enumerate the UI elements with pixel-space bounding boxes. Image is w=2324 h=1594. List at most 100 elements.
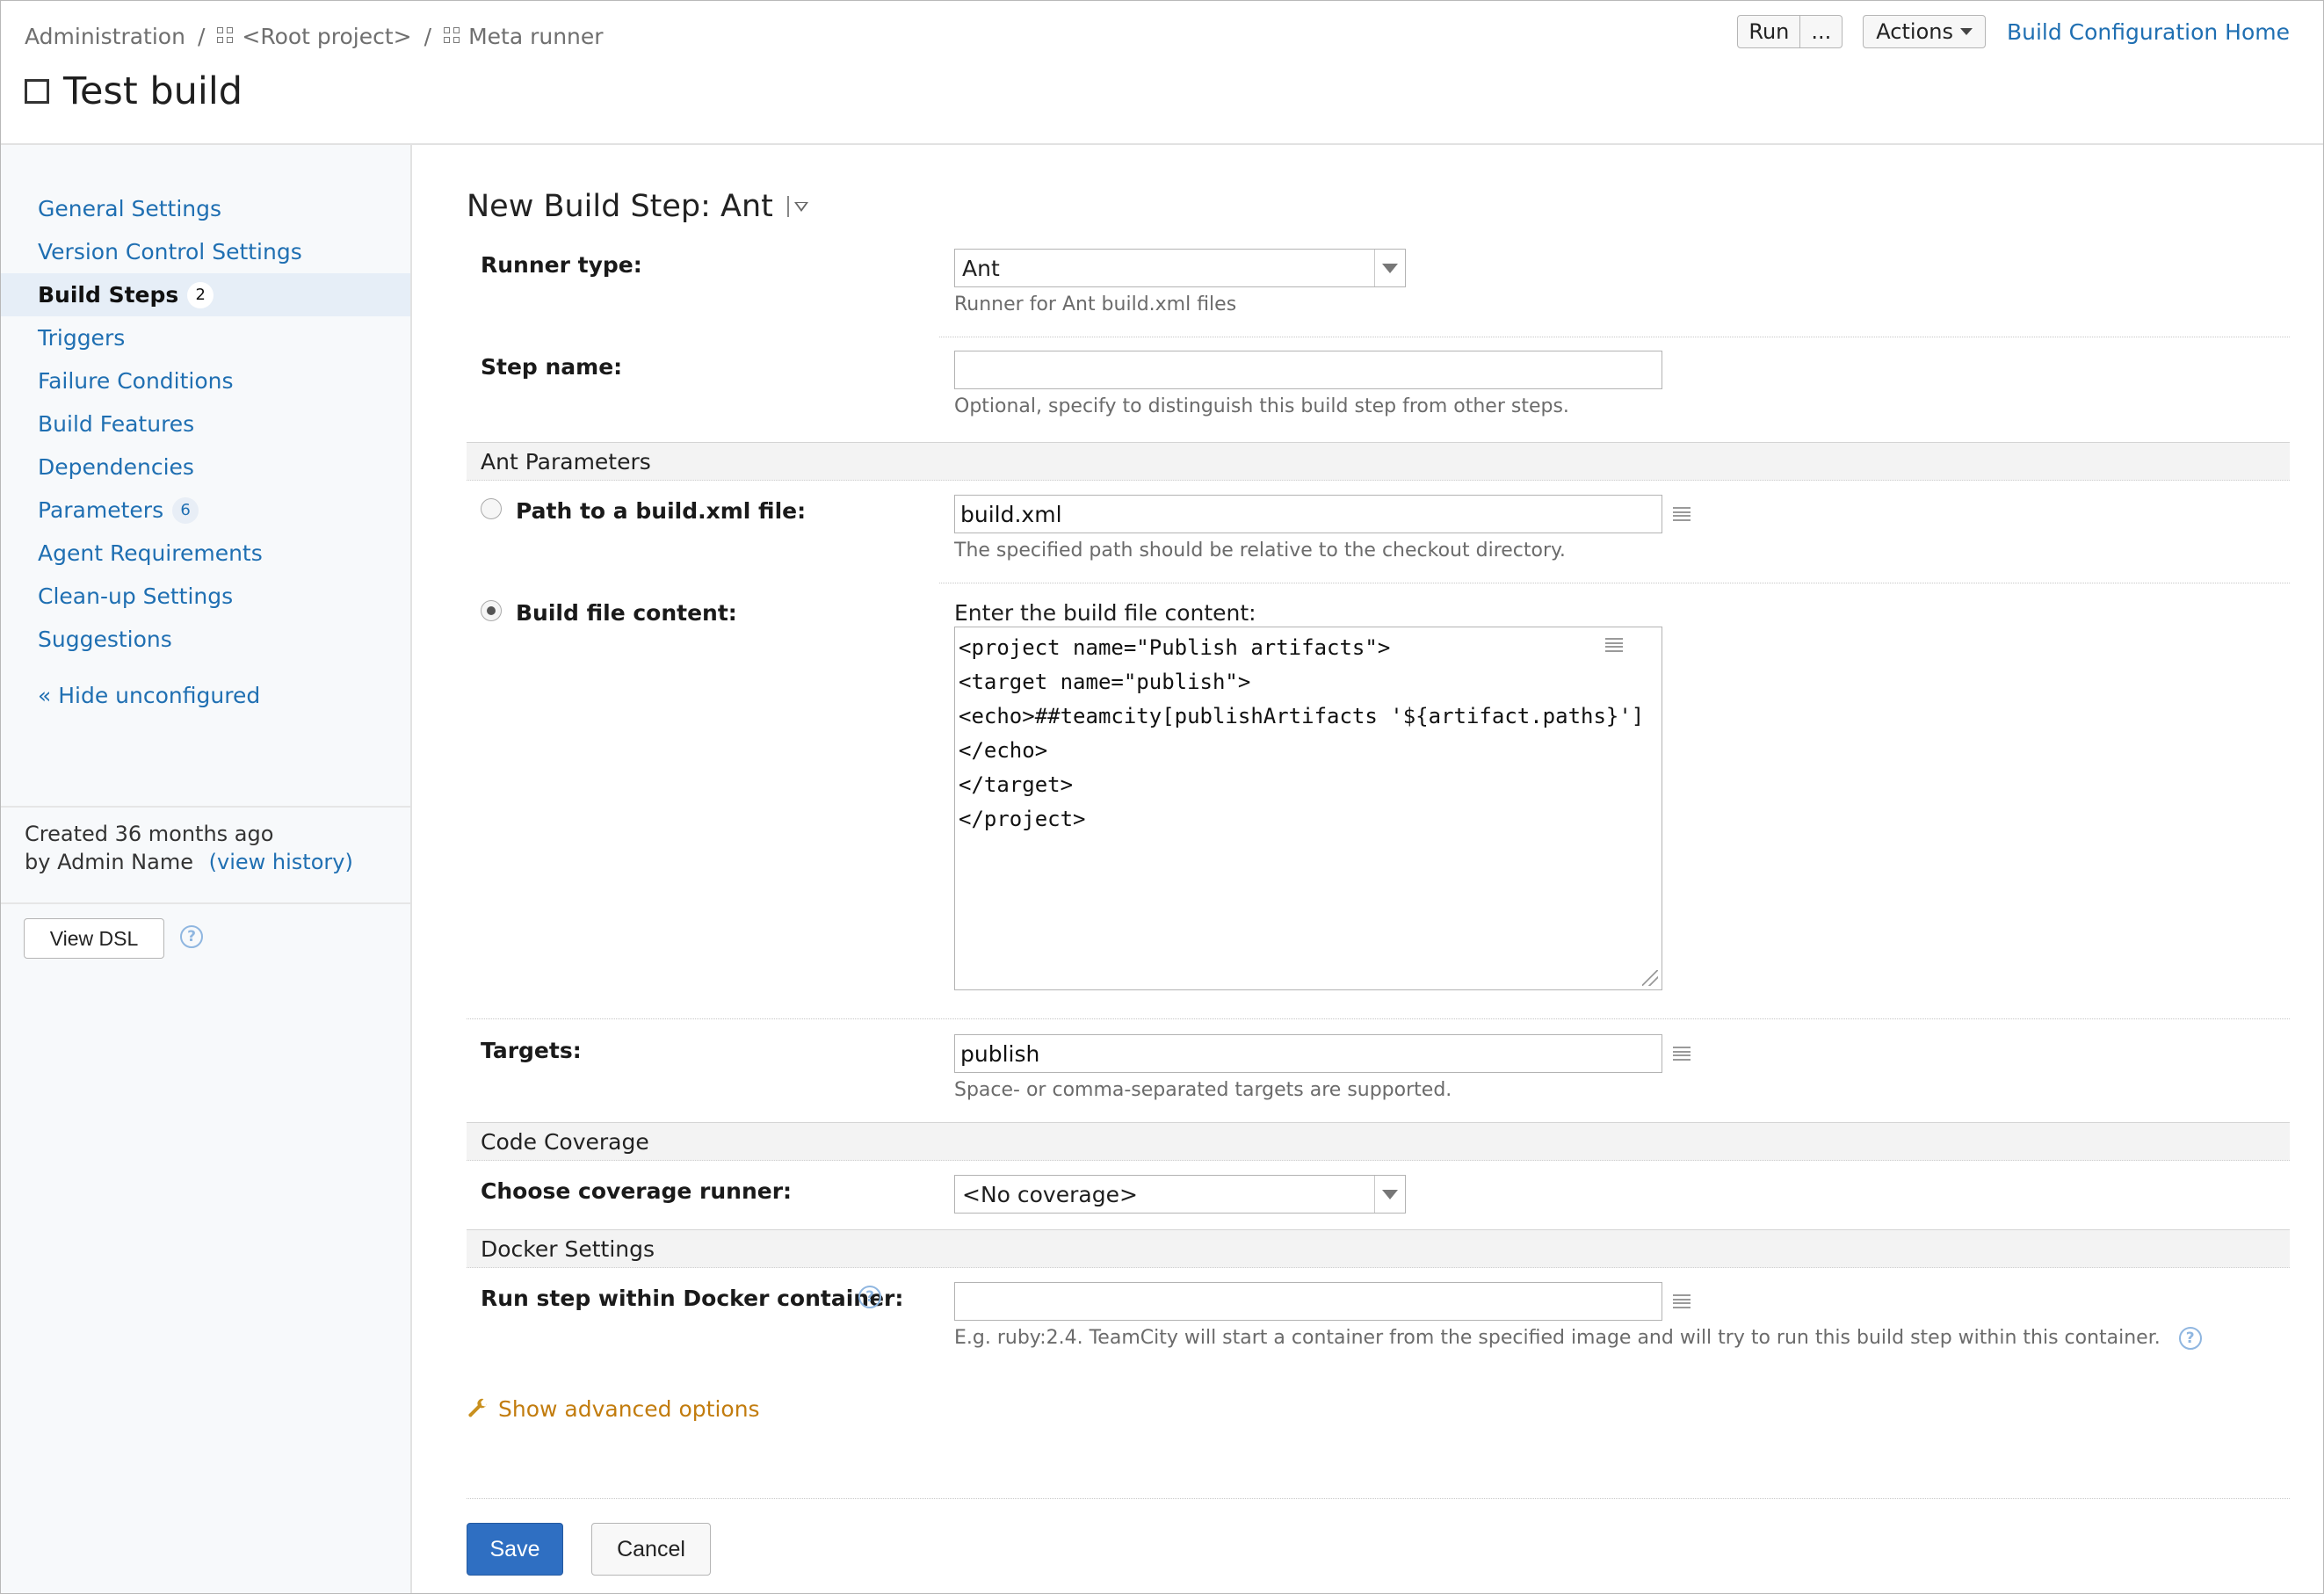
field-menu-icon[interactable] <box>1605 638 1623 652</box>
sidebar-item-triggers[interactable]: Triggers <box>1 316 410 359</box>
code-line: <project name="Publish artifacts"> <box>959 635 1391 660</box>
actions-dropdown-button[interactable]: Actions <box>1863 15 1986 48</box>
checkbox-icon <box>25 79 49 104</box>
grid-icon <box>217 27 235 45</box>
docker-settings-section-header: Docker Settings <box>467 1229 2290 1268</box>
runner-type-select[interactable]: Ant <box>954 249 1406 287</box>
code-coverage-section-header: Code Coverage <box>467 1122 2290 1161</box>
breadcrumb-administration[interactable]: Administration <box>25 24 185 49</box>
sidebar-item-label: Build Steps <box>38 282 179 308</box>
help-icon[interactable]: ? <box>858 1286 881 1308</box>
breadcrumb-separator: / <box>424 23 432 49</box>
count-badge: 2 <box>187 281 214 308</box>
page-title: Test build <box>63 69 243 113</box>
runner-type-row: Runner type: Ant Runner for Ant build.xm… <box>467 249 2290 328</box>
view-history-link[interactable]: view history <box>217 850 344 874</box>
cancel-button[interactable]: Cancel <box>591 1523 711 1576</box>
chevron-down-icon[interactable] <box>786 196 808 217</box>
sidebar-item-dependencies[interactable]: Dependencies <box>1 446 410 489</box>
run-button[interactable]: Run <box>1737 15 1801 48</box>
coverage-runner-label: Choose coverage runner: <box>481 1178 793 1204</box>
breadcrumb-separator: / <box>197 23 206 49</box>
chevron-down-icon <box>1959 28 1973 35</box>
build-file-content-caption: Enter the build file content: <box>954 600 1256 626</box>
build-file-content-row: Build file content: Enter the build file… <box>467 597 2290 1001</box>
help-icon[interactable]: ? <box>180 925 203 948</box>
form-heading: New Build Step: Ant <box>467 189 773 224</box>
header-actions: Run ... Actions Build Configuration Home <box>1737 15 2290 48</box>
build-xml-path-note: The specified path should be relative to… <box>954 540 1566 562</box>
step-name-input[interactable] <box>954 351 1662 389</box>
show-advanced-options-link[interactable]: Show advanced options <box>467 1396 760 1422</box>
runner-type-note: Runner for Ant build.xml files <box>954 293 1237 315</box>
sidebar-item-label: Parameters <box>38 497 164 523</box>
sidebar-item-label: Agent Requirements <box>38 540 263 566</box>
view-dsl-button[interactable]: View DSL <box>24 918 164 959</box>
field-menu-icon[interactable] <box>1673 1047 1691 1061</box>
build-file-content-label: Build file content: <box>516 600 737 626</box>
sidebar-item-label: Suggestions <box>38 627 172 652</box>
path-to-build-xml-row: Path to a build.xml file: build.xml The … <box>467 495 2290 583</box>
coverage-runner-select[interactable]: <No coverage> <box>954 1175 1406 1214</box>
help-icon[interactable]: ? <box>2178 1327 2202 1350</box>
main-content: New Build Step: Ant Runner type: Ant Run… <box>412 145 2323 1593</box>
path-to-build-xml-radio[interactable] <box>481 498 502 519</box>
divider <box>467 1498 2290 1499</box>
sidebar-item-label: Dependencies <box>38 454 194 480</box>
build-file-content-radio[interactable] <box>481 600 502 621</box>
field-menu-icon[interactable] <box>1673 1294 1691 1308</box>
count-badge: 6 <box>172 496 199 524</box>
breadcrumb-root-project[interactable]: <Root project> <box>242 24 411 49</box>
sidebar-item-parameters[interactable]: Parameters 6 <box>1 489 410 532</box>
created-line: Created 36 months ago <box>25 822 274 846</box>
chevron-down-icon <box>1374 250 1405 286</box>
code-line: <echo>##teamcity[publishArtifacts '${art… <box>959 704 1645 728</box>
sidebar-item-label: General Settings <box>38 196 222 221</box>
sidebar-item-label: Clean-up Settings <box>38 583 234 609</box>
runner-type-label: Runner type: <box>481 252 642 278</box>
sidebar-item-clean-up-settings[interactable]: Clean-up Settings <box>1 575 410 618</box>
targets-input[interactable]: publish <box>954 1034 1662 1073</box>
save-button[interactable]: Save <box>467 1523 563 1576</box>
sidebar-item-version-control-settings[interactable]: Version Control Settings <box>1 230 410 273</box>
divider <box>1 806 410 808</box>
author-line: by Admin Name (view history) <box>25 848 353 876</box>
coverage-row: Choose coverage runner: <No coverage> <box>467 1175 2290 1219</box>
hide-unconfigured-link[interactable]: « Hide unconfigured <box>38 683 260 708</box>
targets-row: Targets: publish Space- or comma-separat… <box>467 1034 2290 1113</box>
field-menu-icon[interactable] <box>1673 507 1691 521</box>
wrench-icon <box>468 1398 487 1417</box>
sidebar-item-build-features[interactable]: Build Features <box>1 402 410 446</box>
grid-icon <box>444 27 461 45</box>
step-name-note: Optional, specify to distinguish this bu… <box>954 395 1569 417</box>
author-text: by Admin Name <box>25 850 193 874</box>
page-title-area: Test build <box>25 69 243 113</box>
page-header: Administration / <Root project> / Meta r… <box>1 1 2323 145</box>
sidebar-nav: General Settings Version Control Setting… <box>1 187 410 661</box>
run-options-button[interactable]: ... <box>1800 15 1843 48</box>
step-name-row: Step name: Optional, specify to distingu… <box>467 351 2290 430</box>
created-info: Created 36 months ago by Admin Name (vie… <box>25 820 353 876</box>
sidebar-item-failure-conditions[interactable]: Failure Conditions <box>1 359 410 402</box>
breadcrumb-meta-runner[interactable]: Meta runner <box>468 24 604 49</box>
build-xml-path-input[interactable]: build.xml <box>954 495 1662 533</box>
sidebar-item-general-settings[interactable]: General Settings <box>1 187 410 230</box>
code-line: <target name="publish"> <box>959 670 1251 694</box>
code-line: </project> <box>959 807 1086 831</box>
build-configuration-home-link[interactable]: Build Configuration Home <box>2007 19 2290 45</box>
build-file-content-textarea[interactable]: <project name="Publish artifacts"> <targ… <box>954 627 1662 990</box>
sidebar-item-label: Failure Conditions <box>38 368 234 394</box>
docker-container-input[interactable] <box>954 1282 1662 1321</box>
docker-container-label: Run step within Docker container: <box>481 1286 904 1311</box>
sidebar-item-build-steps[interactable]: Build Steps 2 <box>1 273 410 316</box>
resize-grip-icon[interactable] <box>1642 970 1658 986</box>
paren-close: ) <box>344 850 353 874</box>
sidebar-item-suggestions[interactable]: Suggestions <box>1 618 410 661</box>
divider <box>467 1018 2290 1019</box>
show-advanced-label: Show advanced options <box>498 1396 760 1422</box>
code-line: </target> <box>959 772 1074 797</box>
sidebar-item-agent-requirements[interactable]: Agent Requirements <box>1 532 410 575</box>
runner-type-value: Ant <box>962 255 1000 281</box>
app-window: Administration / <Root project> / Meta r… <box>0 0 2324 1594</box>
code-line: </echo> <box>959 738 1048 763</box>
